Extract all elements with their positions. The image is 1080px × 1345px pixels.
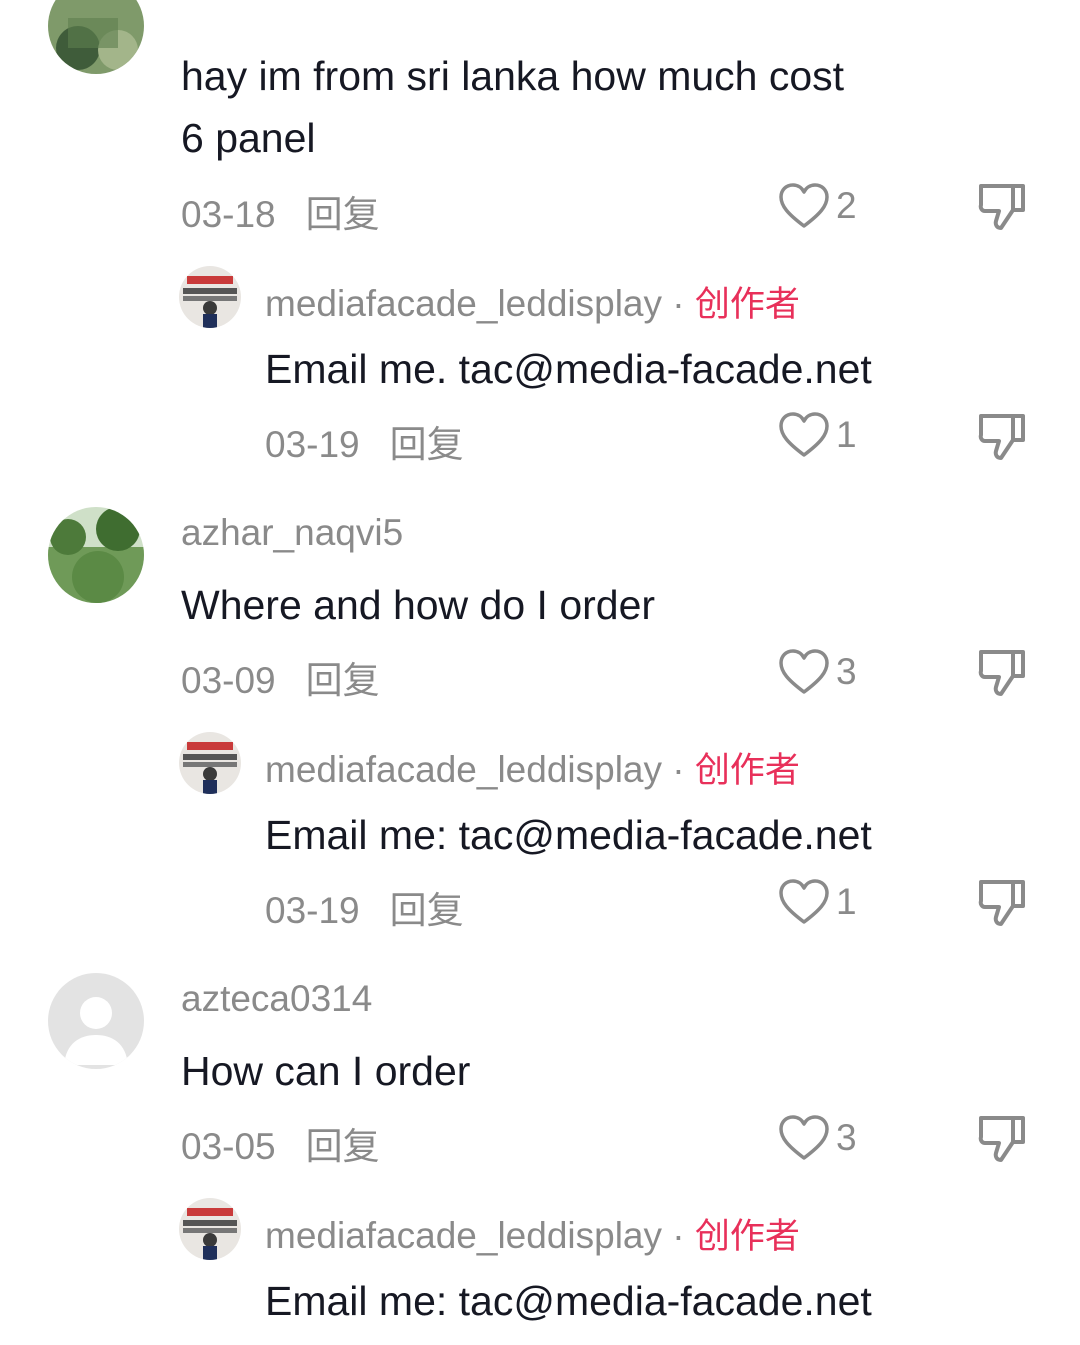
comment-date: 03-18 bbox=[181, 194, 276, 235]
comment-text: Where and how do I order bbox=[181, 574, 655, 636]
comment-date: 03-05 bbox=[181, 1126, 276, 1167]
reply-text: Email me. tac@media-facade.net bbox=[265, 346, 872, 392]
like-count: 2 bbox=[836, 185, 857, 226]
creator-badge: 创作者 bbox=[694, 285, 800, 324]
like-count: 3 bbox=[836, 651, 857, 692]
like-button[interactable]: 1 bbox=[778, 410, 857, 460]
reply-header: mediafacade_leddisplay · 创作者 bbox=[265, 742, 800, 793]
dislike-icon[interactable] bbox=[975, 1112, 1029, 1166]
comment-meta: 03-09 回复 bbox=[181, 650, 380, 704]
reply-header: mediafacade_leddisplay · 创作者 bbox=[265, 276, 800, 327]
reply-button[interactable]: 回复 bbox=[306, 194, 380, 235]
heart-outline-icon bbox=[779, 649, 829, 694]
reply-meta: 03-19 回复 bbox=[265, 880, 464, 934]
comment-text-line: 6 panel bbox=[181, 115, 316, 161]
reply-header: mediafacade_leddisplay · 创作者 bbox=[265, 1208, 800, 1259]
dislike-icon[interactable] bbox=[975, 410, 1029, 464]
separator-dot: · bbox=[672, 1215, 685, 1256]
creator-avatar[interactable] bbox=[179, 266, 241, 328]
reply-date: 03-19 bbox=[265, 424, 360, 465]
reply-username[interactable]: mediafacade_leddisplay bbox=[265, 1215, 662, 1256]
comment-text-line: How can I order bbox=[181, 1048, 471, 1094]
like-count: 3 bbox=[836, 1117, 857, 1158]
creator-badge: 创作者 bbox=[694, 1217, 800, 1256]
commenter-username[interactable]: azteca0314 bbox=[181, 978, 372, 1020]
reply-button[interactable]: 回复 bbox=[390, 890, 464, 931]
reply-button[interactable]: 回复 bbox=[390, 424, 464, 465]
separator-dot: · bbox=[672, 283, 685, 324]
default-avatar-icon bbox=[48, 973, 144, 1069]
comment-meta: 03-18 回复 bbox=[181, 184, 380, 238]
comment-text: How can I order bbox=[181, 1040, 470, 1102]
commenter-avatar[interactable] bbox=[48, 973, 144, 1069]
creator-avatar[interactable] bbox=[179, 1198, 241, 1260]
dislike-icon[interactable] bbox=[975, 876, 1029, 930]
like-button[interactable]: 3 bbox=[778, 1113, 857, 1163]
like-button[interactable]: 3 bbox=[778, 647, 857, 697]
reply-username[interactable]: mediafacade_leddisplay bbox=[265, 749, 662, 790]
comment-text-line: hay im from sri lanka how much cost bbox=[181, 53, 845, 99]
reply-button[interactable]: 回复 bbox=[306, 660, 380, 701]
reply-date: 03-19 bbox=[265, 890, 360, 931]
like-count: 1 bbox=[836, 881, 857, 922]
reply-text: Email me: tac@media-facade.net bbox=[265, 812, 872, 858]
heart-outline-icon bbox=[779, 412, 829, 457]
reply-button[interactable]: 回复 bbox=[306, 1126, 380, 1167]
creator-avatar[interactable] bbox=[179, 732, 241, 794]
heart-outline-icon bbox=[779, 1115, 829, 1160]
creator-badge: 创作者 bbox=[694, 751, 800, 790]
dislike-icon[interactable] bbox=[975, 180, 1029, 234]
reply-username[interactable]: mediafacade_leddisplay bbox=[265, 283, 662, 324]
commenter-avatar[interactable] bbox=[48, 507, 144, 603]
separator-dot: · bbox=[672, 749, 685, 790]
comment-meta: 03-05 回复 bbox=[181, 1116, 380, 1170]
like-count: 1 bbox=[836, 414, 857, 455]
comment-text-line: Where and how do I order bbox=[181, 582, 656, 628]
commenter-avatar[interactable] bbox=[48, 0, 144, 74]
commenter-username[interactable]: azhar_naqvi5 bbox=[181, 512, 403, 554]
like-button[interactable]: 1 bbox=[778, 877, 857, 927]
comment-text: hay im from sri lanka how much cost 6 pa… bbox=[181, 45, 844, 169]
heart-outline-icon bbox=[779, 879, 829, 924]
reply-meta: 03-19 回复 bbox=[265, 414, 464, 468]
like-button[interactable]: 2 bbox=[778, 181, 857, 231]
heart-outline-icon bbox=[779, 183, 829, 228]
reply-text: Email me: tac@media-facade.net bbox=[265, 1278, 872, 1324]
comment-date: 03-09 bbox=[181, 660, 276, 701]
dislike-icon[interactable] bbox=[975, 646, 1029, 700]
